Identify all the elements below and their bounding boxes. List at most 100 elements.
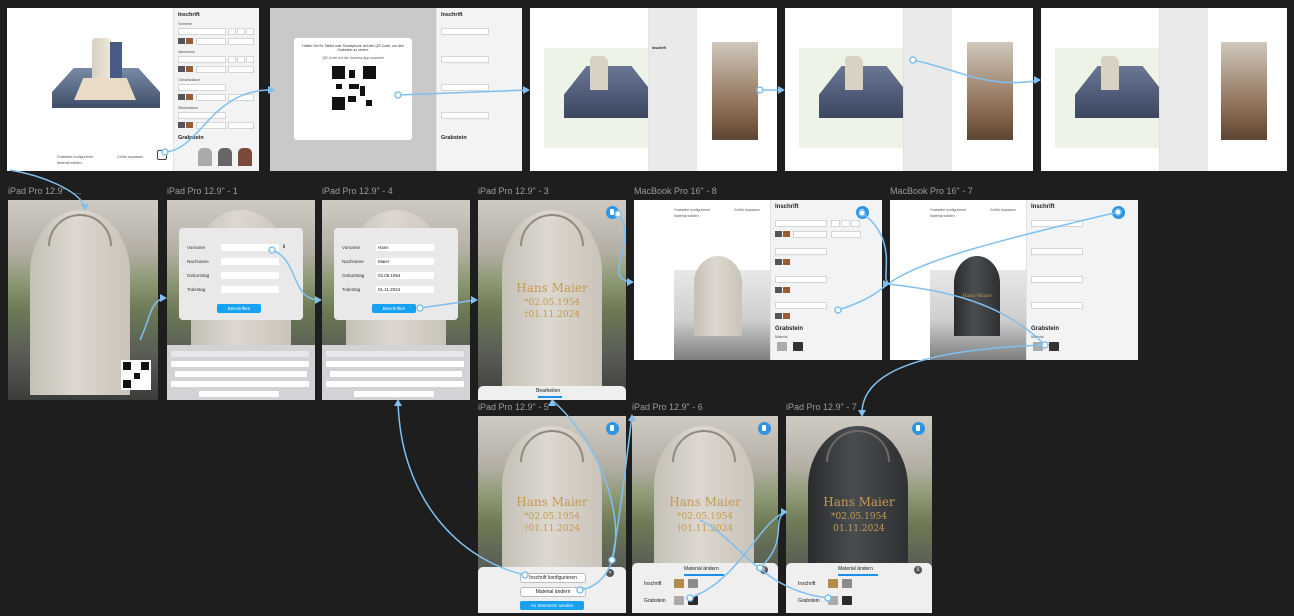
vorname-field[interactable]: Hans [376, 244, 434, 251]
legend-3[interactable]: Größe anpassen [990, 208, 1016, 212]
vorname-input[interactable] [441, 28, 489, 35]
material-dark[interactable] [793, 342, 803, 351]
color-swatch[interactable] [186, 66, 193, 72]
align-btn[interactable] [246, 56, 254, 63]
align-btn[interactable] [228, 56, 236, 63]
keyboard[interactable] [322, 345, 470, 400]
close-icon[interactable]: × [606, 569, 614, 577]
death-input[interactable] [441, 112, 489, 119]
font-select[interactable] [196, 122, 226, 129]
birth-input[interactable] [441, 84, 489, 91]
legend-1[interactable]: Grabstein konfigurieren [930, 208, 966, 212]
legend-3[interactable]: Größe anpassen [117, 155, 143, 159]
size-select[interactable] [831, 231, 861, 238]
align-btn[interactable] [831, 220, 840, 227]
ar-toggle-icon[interactable] [1112, 206, 1125, 219]
ar-toggle-icon[interactable] [912, 422, 925, 435]
config-frame-d [785, 8, 1033, 171]
config-frame-qr: Halten Sie Ihr Tablet oder Smartphone au… [270, 8, 522, 171]
nachname-field[interactable]: Maier [376, 258, 434, 265]
size-select[interactable] [228, 66, 254, 73]
align-btn[interactable] [228, 28, 236, 35]
legend-1[interactable]: Grabstein konfigurieren [674, 208, 710, 212]
nachname-input[interactable] [1031, 248, 1083, 255]
gray-swatch[interactable] [688, 579, 698, 588]
gray-swatch[interactable] [842, 579, 852, 588]
birth-input[interactable] [775, 276, 827, 283]
geburtstag-field[interactable]: 02.05.1954 [376, 272, 434, 279]
birth-input[interactable] [1031, 276, 1083, 283]
todestag-value: 01.11.2024 [378, 287, 401, 292]
geburtstag-value: 02.05.1954 [378, 273, 401, 278]
light-stone-swatch[interactable] [674, 596, 684, 605]
material-light[interactable] [1033, 342, 1043, 351]
nachname-field[interactable] [221, 258, 279, 265]
death-input[interactable] [775, 302, 827, 309]
align-btn[interactable] [841, 220, 850, 227]
color-swatch[interactable] [178, 94, 185, 100]
todestag-field[interactable]: 01.11.2024 [376, 286, 434, 293]
gold-swatch[interactable] [674, 579, 684, 588]
death-input[interactable] [1031, 302, 1083, 309]
font-select[interactable] [793, 231, 827, 238]
light-stone-swatch[interactable] [828, 596, 838, 605]
dark-stone-swatch[interactable] [842, 596, 852, 605]
material-dark[interactable] [1049, 342, 1059, 351]
voice-icon[interactable]: ℹ [283, 244, 285, 250]
close-icon[interactable]: X [760, 566, 768, 574]
align-btn[interactable] [237, 28, 245, 35]
size-select[interactable] [228, 94, 254, 101]
size-select[interactable] [228, 38, 254, 45]
align-btn[interactable] [237, 56, 245, 63]
material-light[interactable] [777, 342, 787, 351]
ar-toggle-icon[interactable] [606, 422, 619, 435]
geburtstag-field[interactable] [221, 272, 279, 279]
beschriften-button[interactable]: Beschriften [217, 304, 261, 313]
stone-thumb[interactable] [238, 148, 252, 166]
vorname-input[interactable] [1031, 220, 1083, 227]
color-swatch[interactable] [186, 38, 193, 44]
vorname-field[interactable] [221, 244, 279, 251]
ar-toggle-icon[interactable] [606, 206, 619, 219]
ar-icon[interactable] [157, 150, 167, 160]
font-select[interactable] [196, 38, 226, 45]
death-input[interactable] [178, 112, 226, 119]
legend-2[interactable]: Material wählen [930, 214, 955, 218]
align-btn[interactable] [246, 28, 254, 35]
engraving-death: †01.11.2024 [523, 310, 581, 320]
legend-2[interactable]: Material wählen [674, 214, 699, 218]
gold-swatch[interactable] [828, 579, 838, 588]
dark-stone-swatch[interactable] [688, 596, 698, 605]
inschrift-konfigurieren-button[interactable]: Inschrift konfigurieren [520, 573, 586, 583]
todestag-field[interactable] [221, 286, 279, 293]
nachname-input[interactable] [178, 56, 226, 63]
font-select[interactable] [196, 66, 226, 73]
ar-toggle-icon[interactable] [758, 422, 771, 435]
keyboard[interactable] [167, 345, 315, 400]
vorname-input[interactable] [775, 220, 827, 227]
stone-thumb[interactable] [218, 148, 232, 166]
color-swatch[interactable] [178, 122, 185, 128]
birth-input[interactable] [178, 84, 226, 91]
vorname-input[interactable] [178, 28, 226, 35]
color-swatch[interactable] [178, 38, 185, 44]
legend-3[interactable]: Größe anpassen [734, 208, 760, 212]
ar-toggle-icon[interactable] [856, 206, 869, 219]
font-select[interactable] [196, 94, 226, 101]
legend-1[interactable]: Grabstein konfigurieren [57, 155, 93, 159]
beschriften-button[interactable]: Beschriften [372, 304, 416, 313]
an-steinmetz-senden-button[interactable]: An Steinmetz senden [520, 601, 584, 610]
engraving-birth: *02.05.1954 [523, 298, 581, 308]
color-swatch[interactable] [186, 122, 193, 128]
color-swatch[interactable] [186, 94, 193, 100]
legend-2[interactable]: Material wählen [57, 161, 82, 165]
material-aendern-button[interactable]: Material ändern [520, 587, 586, 597]
nachname-input[interactable] [775, 248, 827, 255]
stone-thumb[interactable] [198, 148, 212, 166]
close-icon[interactable]: X [914, 566, 922, 574]
size-select[interactable] [228, 122, 254, 129]
color-swatch[interactable] [178, 66, 185, 72]
nachname-input[interactable] [441, 56, 489, 63]
align-btn[interactable] [851, 220, 860, 227]
bearbeiten-tab[interactable]: Bearbeiten [536, 388, 560, 394]
